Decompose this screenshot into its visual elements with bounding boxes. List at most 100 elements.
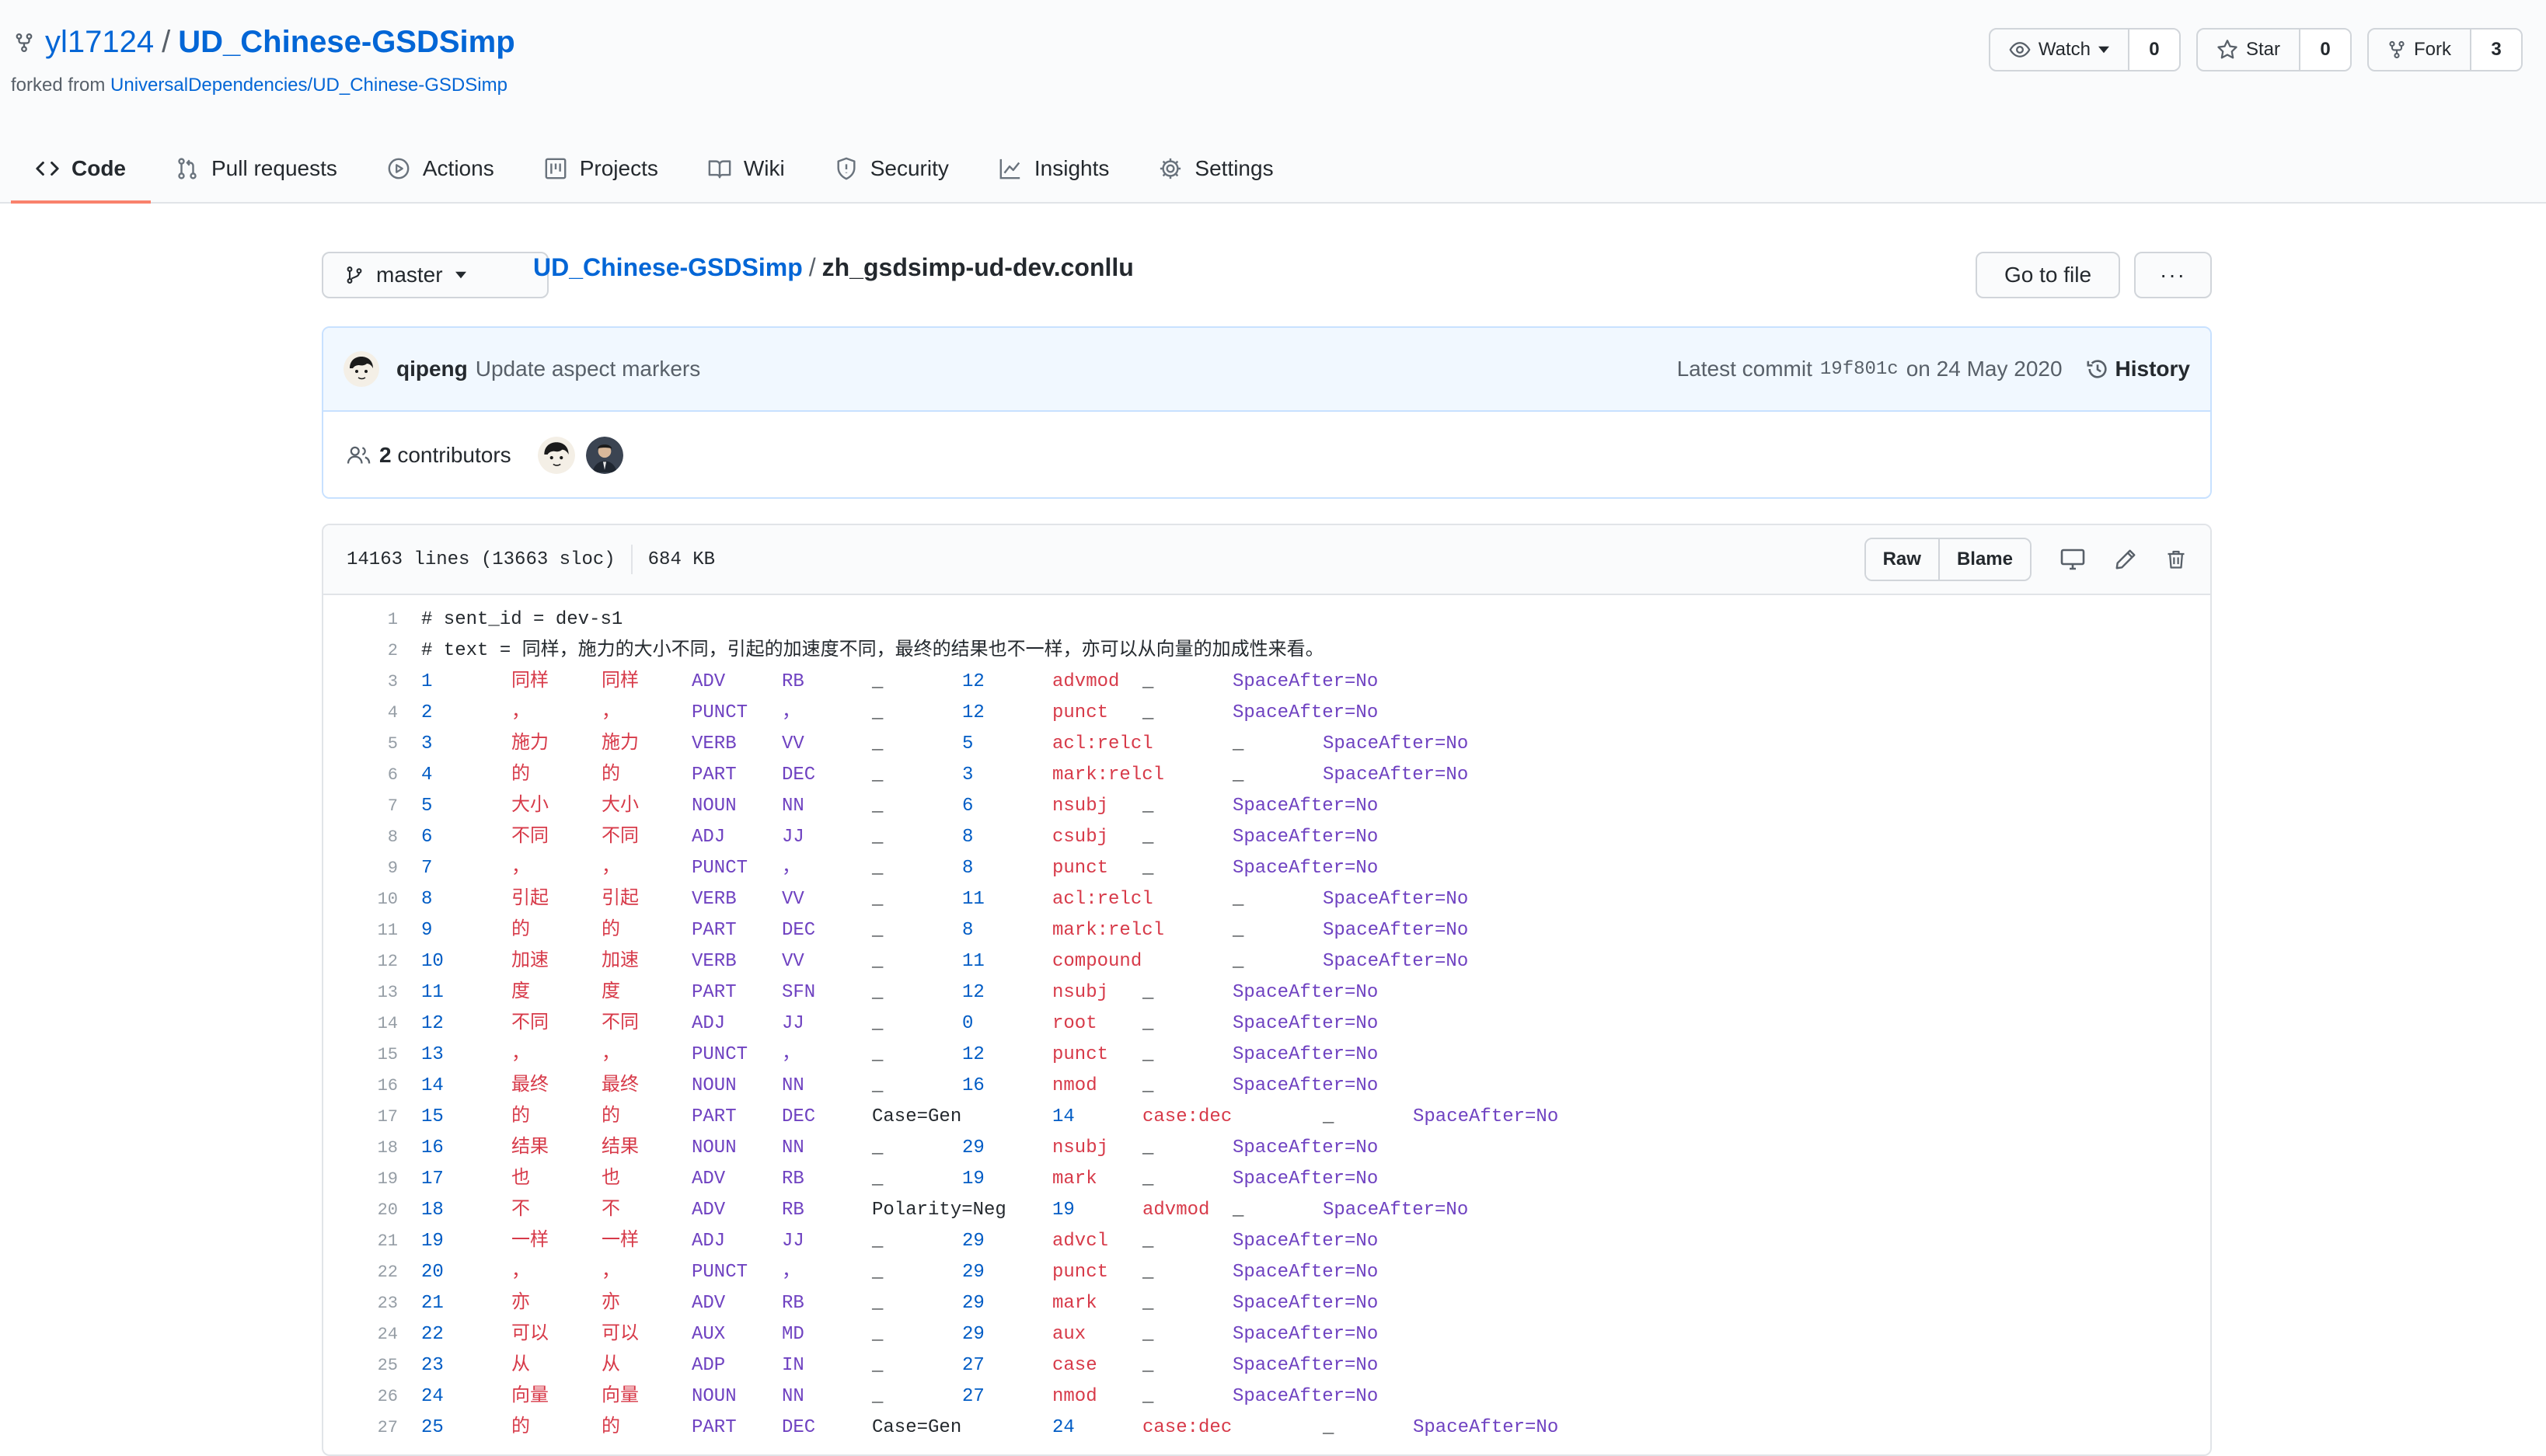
token-lemma: 同样 bbox=[602, 671, 639, 692]
token-feats: _ bbox=[872, 1137, 884, 1158]
line-number[interactable]: 10 bbox=[323, 884, 421, 915]
repo-forked-icon bbox=[14, 31, 34, 54]
tab-code[interactable]: Code bbox=[11, 137, 151, 204]
token-id: 2 bbox=[421, 702, 433, 723]
history-link[interactable]: History bbox=[2086, 357, 2190, 381]
line-number[interactable]: 3 bbox=[323, 667, 421, 698]
line-number[interactable]: 21 bbox=[323, 1226, 421, 1257]
watch-button[interactable]: Watch bbox=[1990, 30, 2128, 70]
line-number[interactable]: 13 bbox=[323, 977, 421, 1008]
token-form: 加速 bbox=[511, 951, 549, 972]
star-button[interactable]: Star bbox=[2198, 30, 2299, 70]
pencil-icon[interactable] bbox=[2114, 548, 2137, 571]
token-upos: VERB bbox=[692, 889, 737, 910]
watch-count[interactable]: 0 bbox=[2127, 30, 2179, 70]
line-number[interactable]: 23 bbox=[323, 1288, 421, 1319]
tab-settings[interactable]: Settings bbox=[1134, 137, 1298, 200]
token-misc: SpaceAfter=No bbox=[1413, 1417, 1559, 1438]
line-number[interactable]: 25 bbox=[323, 1350, 421, 1381]
token-upos: VERB bbox=[692, 733, 737, 754]
line-number[interactable]: 18 bbox=[323, 1133, 421, 1164]
token-deprel: acl:relcl bbox=[1052, 889, 1153, 910]
code-line: 10 8 引起 引起 VERB VV _ 11 acl:relcl _ SpaceAfter=No bbox=[323, 884, 2210, 915]
line-number[interactable]: 7 bbox=[323, 791, 421, 822]
code-icon bbox=[36, 162, 59, 176]
token-form: 向量 bbox=[511, 1386, 549, 1407]
commit-author[interactable]: qipeng bbox=[396, 357, 468, 381]
raw-button[interactable]: Raw bbox=[1865, 539, 1938, 580]
token-head: 29 bbox=[962, 1324, 985, 1345]
avatar[interactable] bbox=[537, 437, 575, 474]
avatar[interactable] bbox=[585, 437, 623, 474]
tab-pull-requests[interactable]: Pull requests bbox=[151, 137, 362, 200]
conllu-row: 22 可以 可以 AUX MD _ 29 aux _ SpaceAfter=No bbox=[421, 1319, 2210, 1350]
line-number[interactable]: 19 bbox=[323, 1164, 421, 1195]
commit-message[interactable]: Update aspect markers bbox=[476, 357, 700, 381]
tab-insights[interactable]: Insights bbox=[974, 137, 1135, 200]
trash-icon[interactable] bbox=[2165, 548, 2187, 571]
desktop-icon[interactable] bbox=[2059, 547, 2086, 572]
tab-actions[interactable]: Actions bbox=[362, 137, 519, 200]
token-misc: SpaceAfter=No bbox=[1233, 796, 1379, 817]
token-xpos: DEC bbox=[782, 1417, 816, 1438]
commit-summary: qipeng Update aspect markers Latest comm… bbox=[323, 328, 2210, 412]
line-number[interactable]: 12 bbox=[323, 946, 421, 977]
line-number[interactable]: 5 bbox=[323, 729, 421, 760]
token-xpos: RB bbox=[782, 1169, 804, 1190]
line-number[interactable]: 20 bbox=[323, 1195, 421, 1226]
line-number[interactable]: 9 bbox=[323, 853, 421, 884]
token-upos: PUNCT bbox=[692, 702, 748, 723]
file-line-count: 14163 lines (13663 sloc) bbox=[347, 549, 616, 570]
go-to-file-button[interactable]: Go to file bbox=[1976, 252, 2120, 298]
line-number[interactable]: 1 bbox=[323, 604, 421, 636]
token-misc: SpaceAfter=No bbox=[1233, 671, 1379, 692]
token-deps: _ bbox=[1142, 1386, 1154, 1407]
line-number[interactable]: 26 bbox=[323, 1381, 421, 1412]
blame-button[interactable]: Blame bbox=[1937, 539, 2030, 580]
more-options-button[interactable]: ··· bbox=[2134, 252, 2212, 298]
forked-from-link[interactable]: UniversalDependencies/UD_Chinese-GSDSimp bbox=[110, 75, 507, 96]
repo-owner-link[interactable]: yl17124 bbox=[45, 25, 154, 60]
line-number[interactable]: 16 bbox=[323, 1071, 421, 1102]
star-label: Star bbox=[2245, 39, 2280, 60]
branch-select-button[interactable]: master bbox=[322, 252, 549, 298]
star-count[interactable]: 0 bbox=[2299, 30, 2350, 70]
token-feats: _ bbox=[872, 1231, 884, 1252]
token-feats: _ bbox=[872, 1075, 884, 1096]
fork-button[interactable]: Fork bbox=[2369, 30, 2470, 70]
token-head: 29 bbox=[962, 1262, 985, 1283]
tab-projects[interactable]: Projects bbox=[519, 137, 683, 200]
tab-wiki[interactable]: Wiki bbox=[683, 137, 810, 200]
line-number[interactable]: 2 bbox=[323, 636, 421, 667]
star-icon bbox=[2217, 40, 2237, 59]
line-number[interactable]: 14 bbox=[323, 1008, 421, 1040]
token-lemma: 的 bbox=[602, 920, 620, 941]
contributors-link[interactable]: 2 contributors bbox=[379, 443, 511, 468]
token-form: 施力 bbox=[511, 733, 549, 754]
line-number[interactable]: 11 bbox=[323, 915, 421, 946]
token-feats: _ bbox=[872, 671, 884, 692]
line-number[interactable]: 15 bbox=[323, 1040, 421, 1071]
line-number[interactable]: 6 bbox=[323, 760, 421, 791]
line-number[interactable]: 8 bbox=[323, 822, 421, 853]
line-number[interactable]: 27 bbox=[323, 1412, 421, 1444]
line-number[interactable]: 17 bbox=[323, 1102, 421, 1133]
avatar[interactable] bbox=[344, 351, 379, 387]
play-icon bbox=[388, 158, 410, 179]
fork-count[interactable]: 3 bbox=[2470, 30, 2521, 70]
line-number[interactable]: 22 bbox=[323, 1257, 421, 1288]
commit-sha-link[interactable]: 19f801c bbox=[1820, 359, 1899, 380]
conllu-row: 24 向量 向量 NOUN NN _ 27 nmod _ SpaceAfter=No bbox=[421, 1381, 2210, 1412]
token-head: 12 bbox=[962, 702, 985, 723]
line-number[interactable]: 4 bbox=[323, 698, 421, 729]
tab-security[interactable]: Security bbox=[810, 137, 974, 200]
commit-meta: Latest commit 19f801c on 24 May 2020 His… bbox=[1677, 357, 2190, 381]
token-deps: _ bbox=[1323, 1417, 1334, 1438]
token-deps: _ bbox=[1142, 858, 1154, 879]
line-number[interactable]: 24 bbox=[323, 1319, 421, 1350]
conllu-row: 11 度 度 PART SFN _ 12 nsubj _ SpaceAfter=No bbox=[421, 977, 2210, 1008]
token-id: 1 bbox=[421, 671, 433, 692]
breadcrumb-repo-link[interactable]: UD_Chinese-GSDSimp bbox=[533, 253, 803, 281]
repo-name-link[interactable]: UD_Chinese-GSDSimp bbox=[178, 25, 514, 60]
fork-icon bbox=[2389, 40, 2405, 59]
